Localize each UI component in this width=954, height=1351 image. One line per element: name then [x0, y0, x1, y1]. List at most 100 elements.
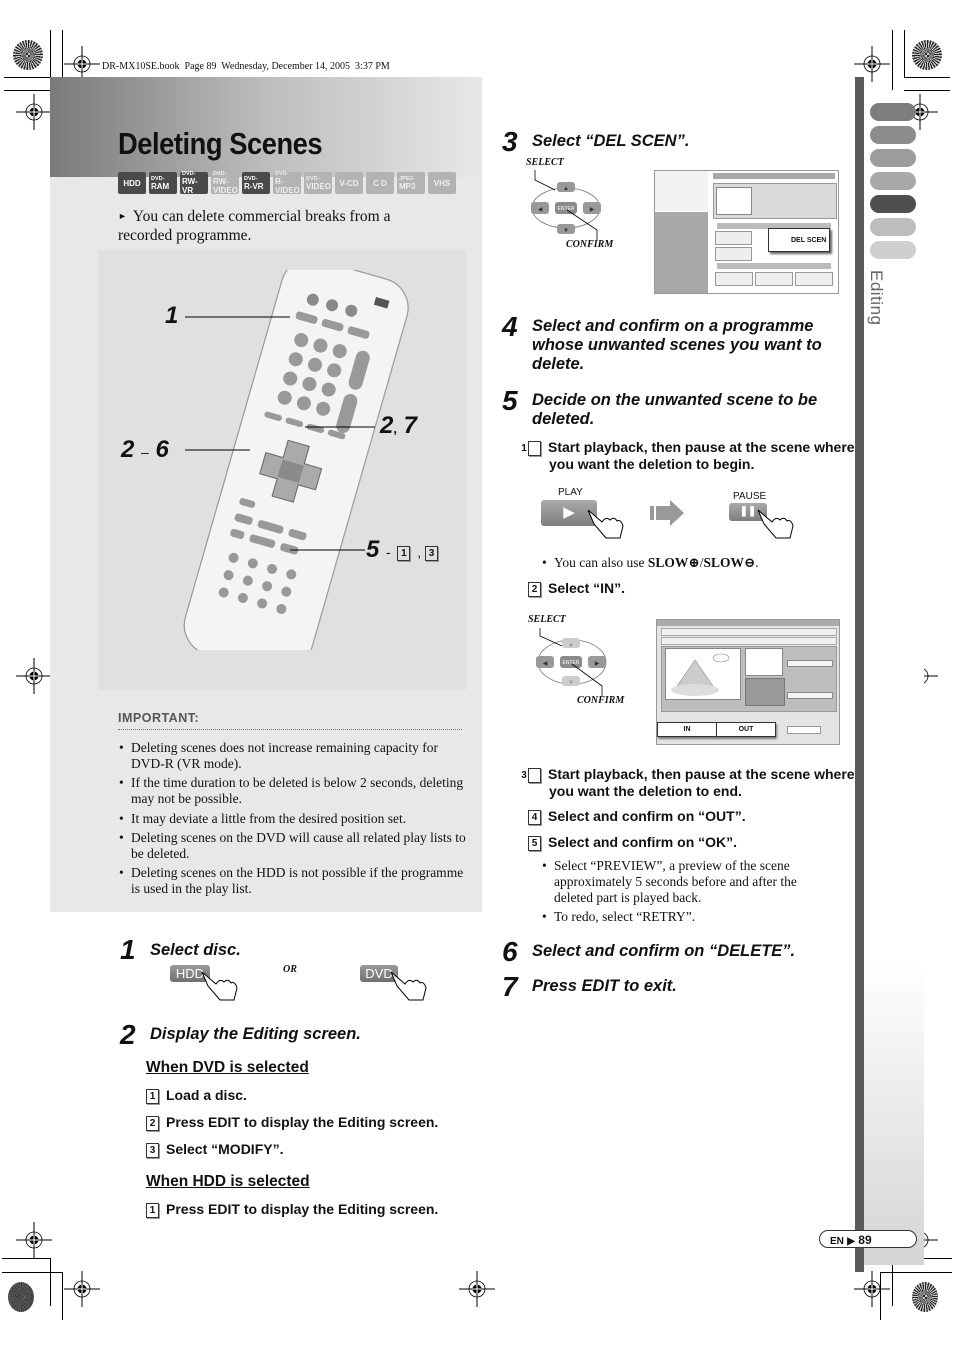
substep-text: Start playback, then pause at the scene …: [548, 439, 855, 472]
scene-thumbnail: [745, 648, 783, 676]
important-item-text: It may deviate a little from the desired…: [131, 811, 407, 826]
in-button[interactable]: IN: [657, 722, 717, 737]
format-icon-c-d: C D: [366, 172, 394, 194]
side-edge-bar: [855, 77, 864, 1272]
callout-number: 2: [380, 412, 394, 439]
step-title: Press EDIT to exit.: [532, 977, 677, 995]
substep: 2 Select “IN”.: [528, 580, 625, 597]
format-icon-v-cd: V-CD: [335, 172, 363, 194]
programme-thumbnail: [716, 187, 752, 215]
bullet-dot: •: [119, 740, 124, 755]
important-item-text: Deleting scenes does not increase remain…: [131, 740, 438, 771]
substep: 1 Start playback, then pause at the scene…: [521, 439, 864, 473]
hand-press-icon: [587, 509, 624, 539]
intro-sentence: You can delete commercial breaks from a …: [118, 208, 391, 244]
substep-box: 5: [528, 836, 541, 851]
substep-box: 1: [146, 1203, 159, 1218]
slow-minus-label: SLOW⊖: [703, 555, 756, 570]
chapter-tab-4[interactable]: [870, 172, 916, 190]
callout-separator: ,: [393, 421, 397, 436]
callout-separator: ,: [417, 545, 421, 560]
arrow-right-icon: [650, 500, 684, 526]
step-number: 5: [502, 385, 518, 416]
substep-text: Select and confirm on “OK”.: [548, 834, 738, 850]
substep-box: 3: [425, 546, 438, 561]
triangle-bullet-icon: ►: [118, 211, 127, 221]
format-icon-vhs: VHS: [428, 172, 456, 194]
svg-text:ENTER: ENTER: [563, 660, 580, 666]
registration-target-icon: [853, 1270, 891, 1308]
callout-step-5: 5 - 1, 3: [366, 536, 445, 564]
svg-text:▼: ▼: [563, 228, 569, 234]
callout-number: 2: [121, 436, 135, 463]
format-label: RAM: [151, 181, 170, 191]
step-title: Select disc.: [150, 941, 241, 959]
substep-box: 3: [146, 1143, 159, 1158]
chapter-tab-1[interactable]: [870, 103, 916, 121]
substep-text: Select “IN”.: [548, 580, 626, 596]
format-label: R-VR: [244, 181, 264, 191]
out-button[interactable]: OUT: [716, 722, 776, 737]
callout-number: 7: [403, 412, 418, 439]
format-icon-rw-video: DVD- RW-VIDEO: [211, 171, 239, 195]
callout-separator: -: [386, 544, 391, 560]
select-caption: SELECT: [528, 614, 566, 625]
format-label: R-VIDEO: [275, 177, 300, 195]
bullet-dot: •: [542, 555, 547, 570]
chapter-tab-2[interactable]: [870, 126, 916, 144]
del-scen-popup[interactable]: DEL SCEN: [768, 228, 830, 252]
or-label: OR: [283, 964, 297, 975]
substep-box: 3: [521, 768, 541, 783]
svg-text:▼: ▼: [568, 680, 574, 686]
chapter-tab-7[interactable]: [870, 241, 916, 259]
format-label: RW-VIDEO: [213, 177, 238, 195]
registration-target-icon: [15, 1221, 53, 1259]
dvd-section-heading: When DVD is selected: [146, 1059, 309, 1076]
substep: 2 Press EDIT to display the Editing scree…: [146, 1114, 438, 1131]
format-icon-hdd: HDD: [118, 172, 146, 194]
substep: 5 Select and confirm on “OK”.: [528, 834, 737, 851]
chapter-tab-6[interactable]: [870, 218, 916, 236]
out-label: OUT: [738, 726, 754, 733]
chapter-label: Editing: [867, 270, 886, 326]
bullet-dot: •: [542, 909, 547, 924]
format-icon-r-vr: DVD- R-VR: [242, 172, 270, 194]
step-number: 3: [502, 126, 518, 157]
bullet-dot: •: [119, 865, 124, 880]
hdd-section-heading: When HDD is selected: [146, 1173, 310, 1190]
bullet-dot: •: [119, 830, 124, 845]
step-number: 7: [502, 971, 518, 1002]
callout-number: 1: [165, 302, 179, 329]
substep-text: Select “MODIFY”.: [166, 1141, 284, 1157]
important-heading: IMPORTANT:: [118, 711, 200, 725]
chapter-tab-3[interactable]: [870, 149, 916, 167]
format-icon-ram: DVD- RAM: [149, 172, 177, 194]
intro-text: ► You can delete commercial breaks from a…: [118, 207, 448, 245]
note-text: You can also use: [554, 555, 648, 570]
page-title: Deleting Scenes: [118, 126, 323, 161]
hand-press-icon: [390, 971, 427, 1001]
substep-text: Start playback, then pause at the scene …: [548, 766, 855, 799]
page-number: 89: [858, 1233, 872, 1247]
substep-text: Press EDIT to display the Editing screen…: [166, 1201, 439, 1217]
chapter-tab-5[interactable]: [870, 195, 916, 213]
callout-number: 6: [155, 436, 169, 463]
print-header: DR-MX10SE.book Page 89 Wednesday, Decemb…: [102, 61, 390, 72]
dpad-select-confirm-diagram: ▲ ▼ ◀ ▶ ENTER: [536, 628, 607, 696]
slow-plus-label: SLOW⊕: [647, 555, 700, 570]
format-icon-rw-vr: DVD- RW-VR: [180, 171, 208, 195]
substep-text: Press EDIT to display the Editing screen…: [166, 1114, 439, 1130]
substep: 1 Load a disc.: [146, 1087, 247, 1104]
substep-box: 2: [146, 1116, 159, 1131]
registration-target-icon: [458, 1270, 496, 1308]
important-item-text: Deleting scenes on the DVD will cause al…: [131, 830, 466, 861]
step-title: Display the Editing screen.: [150, 1025, 361, 1043]
callout-number: 5: [366, 536, 380, 563]
format-icon-mp3: JPEG MP3: [397, 172, 425, 194]
note-text: .: [755, 555, 759, 570]
step-title: Decide on the unwanted scene to be delet…: [532, 391, 818, 428]
hand-press-icon: [757, 509, 794, 539]
play-icon: ▶: [563, 504, 575, 521]
important-item: • Deleting scenes on the HDD is not possi…: [119, 865, 466, 897]
svg-text:▲: ▲: [568, 642, 574, 648]
